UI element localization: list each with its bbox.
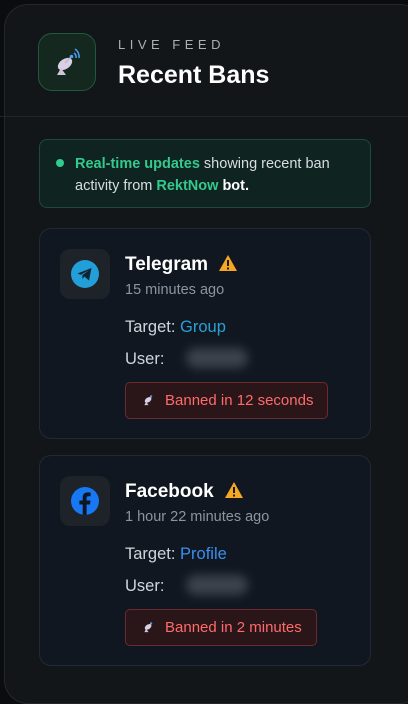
ban-duration-badge: Banned in 2 minutes [125, 609, 317, 646]
target-label: Target: [125, 545, 176, 563]
feed-header: LIVE FEED Recent Bans [38, 33, 408, 93]
ban-user-label: User: [125, 577, 165, 595]
ban-timestamp: 1 hour 22 minutes ago [125, 509, 270, 525]
live-status-dot [56, 159, 64, 167]
warning-icon [218, 254, 238, 278]
ban-duration-text: Banned in 2 minutes [165, 619, 302, 636]
ban-timestamp: 15 minutes ago [125, 282, 225, 298]
ban-card: Facebook 1 hour 22 minutes ago Target: P… [39, 455, 371, 666]
ban-user-label: User: [125, 350, 165, 368]
header-eyebrow: LIVE FEED [118, 37, 225, 52]
ban-target: Target: Profile [125, 545, 227, 564]
notice-bot-name: RektNow [156, 178, 219, 194]
ban-duration-badge: Banned in 12 seconds [125, 382, 329, 419]
target-label: Target: [125, 318, 176, 336]
platform-name: Facebook [125, 481, 244, 505]
platform-name: Telegram [125, 254, 238, 278]
satellite-dish-icon [142, 619, 156, 637]
notice-highlight: Real-time updates [75, 156, 200, 172]
ban-duration-text: Banned in 12 seconds [165, 392, 314, 409]
ban-target: Target: Group [125, 318, 226, 337]
facebook-icon [60, 476, 110, 526]
target-value: Group [180, 318, 226, 336]
page-title: Recent Bans [118, 61, 270, 89]
redacted-username [186, 348, 248, 368]
notice-text: Real-time updates showing recent ban act… [75, 153, 360, 197]
header-divider [0, 116, 408, 117]
realtime-notice: Real-time updates showing recent ban act… [39, 139, 371, 208]
satellite-dish-icon [38, 33, 96, 91]
target-value: Profile [180, 545, 227, 563]
notice-bot-suffix: bot. [218, 178, 250, 194]
ban-card: Telegram 15 minutes ago Target: Group Us… [39, 228, 371, 439]
redacted-username [186, 575, 248, 595]
warning-icon [224, 481, 244, 505]
telegram-icon [60, 249, 110, 299]
satellite-dish-icon [142, 392, 156, 410]
